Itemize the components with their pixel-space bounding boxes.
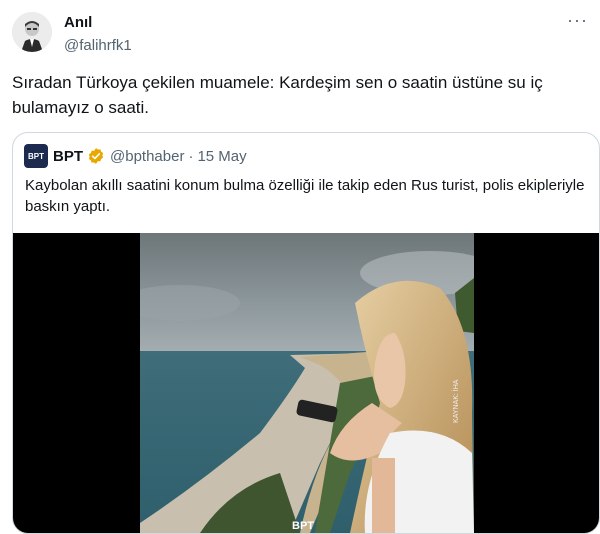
quoted-tweet-card[interactable]: BPT BPT @bpthaber · 15 May Kaybolan akıl… [12,132,600,534]
quoted-author-name[interactable]: BPT [53,148,83,165]
more-options-icon[interactable]: ··· [567,10,588,31]
author-avatar[interactable] [12,12,52,52]
video-player[interactable]: KAYNAK: İHA BPT [13,233,599,533]
video-thumbnail: KAYNAK: İHA BPT [140,233,474,533]
video-frame: KAYNAK: İHA BPT [140,233,474,533]
author-name[interactable]: Anıl [64,14,92,31]
author-handle[interactable]: @falihrfk1 [64,37,132,54]
quoted-tweet-header: BPT BPT @bpthaber · 15 May [24,144,247,168]
quoted-tweet-text: Kaybolan akıllı saatini konum bulma özel… [25,177,585,215]
video-bottom-logo: BPT [292,520,314,532]
video-watermark: KAYNAK: İHA [451,379,460,423]
quoted-author-handle[interactable]: @bpthaber [110,148,184,165]
quoted-author-logo[interactable]: BPT [24,144,48,168]
verified-badge-icon [87,147,105,165]
tweet-text: Sıradan Türkoya çekilen muamele: Kardeşi… [12,73,543,117]
quoted-tweet-date[interactable]: 15 May [197,148,246,165]
meta-separator: · [188,147,194,165]
